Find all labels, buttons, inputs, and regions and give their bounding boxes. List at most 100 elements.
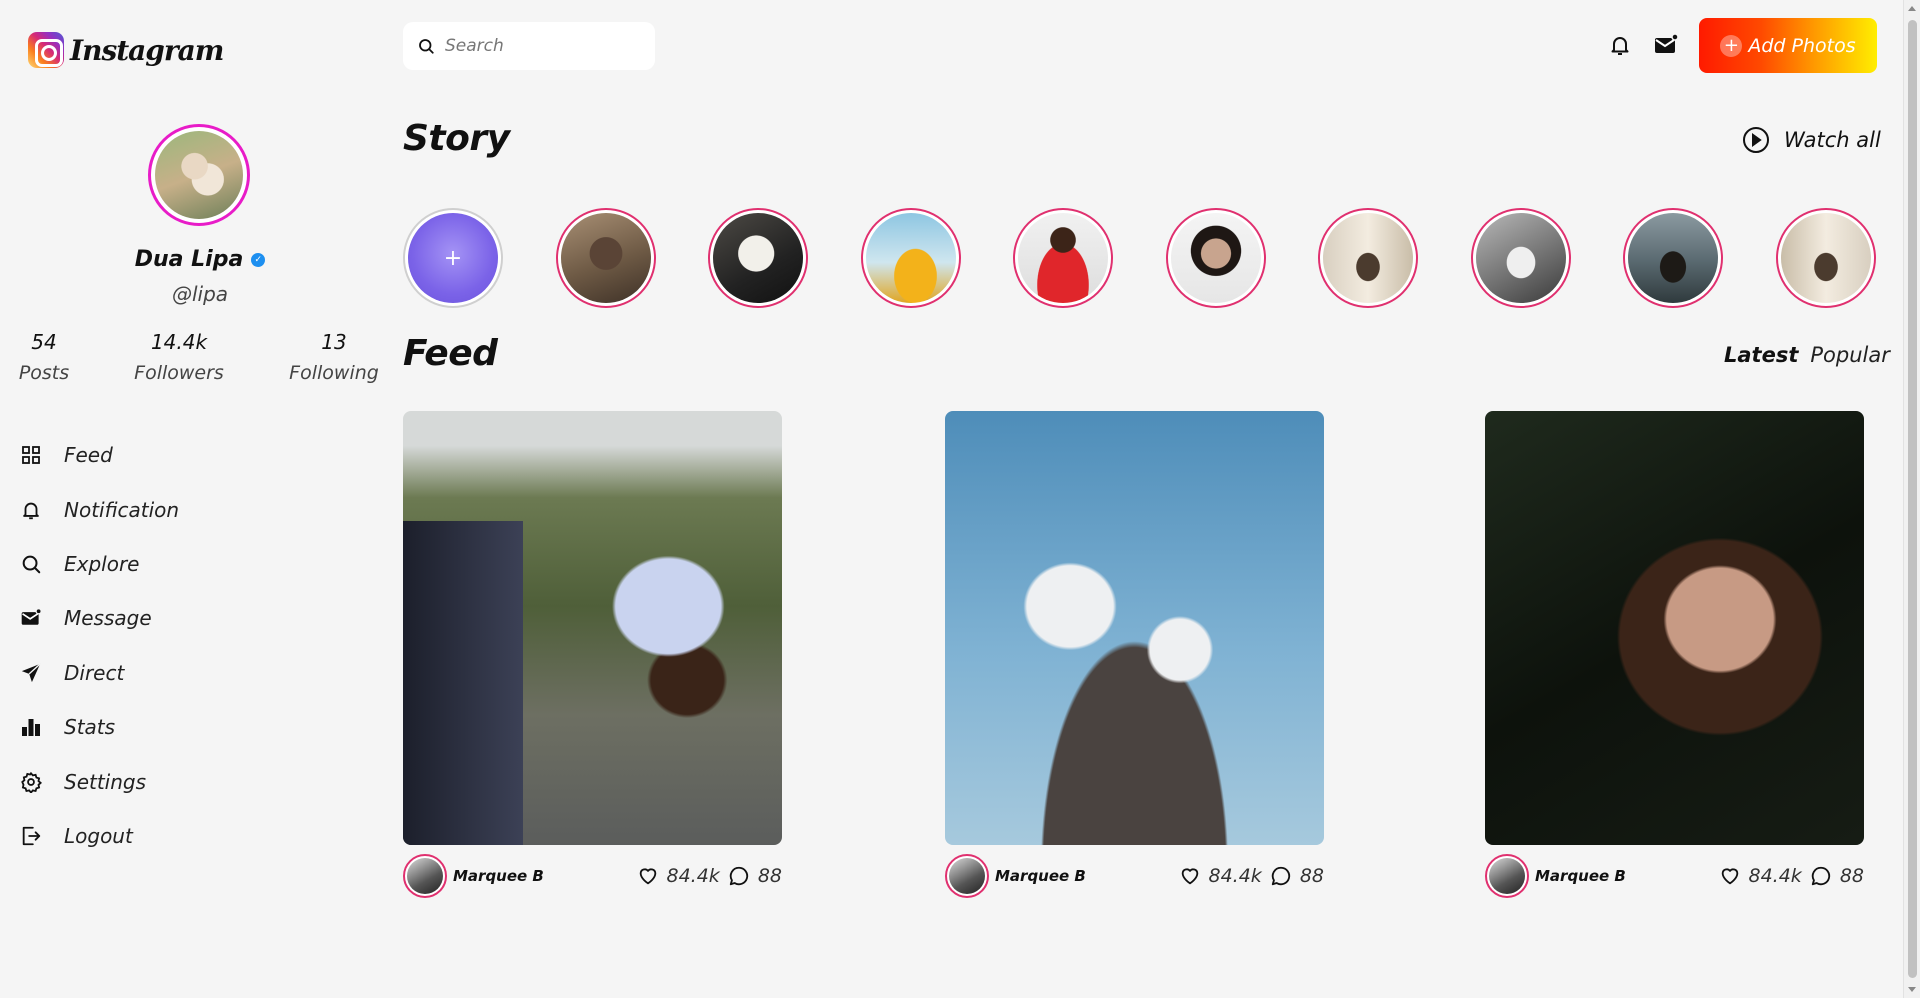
plus-circle-icon: + xyxy=(1720,34,1743,57)
heart-icon[interactable] xyxy=(1179,865,1201,887)
post-image[interactable] xyxy=(945,411,1324,845)
nav-item-logout[interactable]: Logout xyxy=(20,809,179,863)
nav-label: Notification xyxy=(64,497,180,522)
post-user-avatar[interactable] xyxy=(1485,854,1529,898)
logout-icon xyxy=(20,825,42,847)
profile-avatar[interactable] xyxy=(148,124,250,226)
stat-posts[interactable]: 54 Posts xyxy=(12,330,76,384)
post-image[interactable] xyxy=(1485,411,1864,845)
search-box[interactable] xyxy=(403,22,655,70)
mail-icon xyxy=(1655,33,1679,53)
scroll-up-arrow-icon[interactable] xyxy=(1908,6,1916,11)
watch-all-label: Watch all xyxy=(1784,128,1881,152)
nav-label: Direct xyxy=(64,660,125,685)
nav-item-feed[interactable]: Feed xyxy=(20,428,179,482)
nav-item-message[interactable]: Message xyxy=(20,591,179,645)
heart-icon[interactable] xyxy=(637,865,659,887)
bell-icon xyxy=(20,499,42,521)
post-comments: 88 xyxy=(1299,865,1324,887)
post-image[interactable] xyxy=(403,411,782,845)
add-photos-button[interactable]: + Add Photos xyxy=(1699,18,1877,73)
nav-item-settings[interactable]: Settings xyxy=(20,754,179,808)
comment-icon[interactable] xyxy=(1270,865,1292,887)
plus-icon: + xyxy=(408,213,498,303)
profile-name: Dua Lipa xyxy=(134,247,244,272)
search-icon xyxy=(20,553,42,575)
post-comments: 88 xyxy=(1839,865,1864,887)
story-item[interactable] xyxy=(555,208,656,308)
story-item[interactable] xyxy=(1775,208,1876,308)
bar-chart-icon xyxy=(20,716,42,738)
story-item[interactable] xyxy=(1470,208,1571,308)
grid-icon xyxy=(20,444,42,466)
stat-following[interactable]: 13 Following xyxy=(284,330,384,384)
scroll-down-arrow-icon[interactable] xyxy=(1908,987,1916,992)
play-circle-icon xyxy=(1743,127,1769,153)
nav-label: Logout xyxy=(64,823,133,848)
logo-text: Instagram xyxy=(70,33,224,67)
nav-label: Stats xyxy=(64,715,116,740)
tab-latest[interactable]: Latest xyxy=(1724,343,1798,367)
messages-button[interactable] xyxy=(1651,30,1681,60)
story-item[interactable] xyxy=(1318,208,1418,308)
post-likes: 84.4k xyxy=(1208,865,1262,887)
post-meta: Marquee B 84.4k 88 xyxy=(403,853,782,899)
story-list: + xyxy=(403,208,1876,308)
notification-bell-button[interactable] xyxy=(1605,30,1635,60)
nav-item-direct[interactable]: Direct xyxy=(20,646,179,700)
send-icon xyxy=(20,662,42,684)
stat-followers-value: 14.4k xyxy=(150,330,208,354)
nav-item-stats[interactable]: Stats xyxy=(20,700,179,754)
story-item[interactable] xyxy=(1165,208,1266,308)
stat-posts-label: Posts xyxy=(18,362,70,384)
add-story-button[interactable]: + xyxy=(403,208,503,308)
stat-following-label: Following xyxy=(289,362,379,384)
bell-icon xyxy=(1611,37,1629,55)
nav-item-explore[interactable]: Explore xyxy=(20,537,179,591)
feed-post: Marquee B 84.4k 88 xyxy=(1485,411,1864,899)
post-actions: 84.4k 88 xyxy=(1719,865,1864,887)
stat-posts-value: 54 xyxy=(31,330,57,354)
stat-followers-label: Followers xyxy=(134,362,224,384)
feed-post: Marquee B 84.4k 88 xyxy=(945,411,1324,899)
post-actions: 84.4k 88 xyxy=(1179,865,1324,887)
page-scrollbar[interactable] xyxy=(1903,0,1920,998)
feed-heading: Feed xyxy=(403,333,498,374)
feed-post: Marquee B 84.4k 88 xyxy=(403,411,782,899)
gear-icon xyxy=(20,771,42,793)
mail-icon xyxy=(20,607,42,629)
story-item[interactable] xyxy=(860,208,961,308)
tab-popular[interactable]: Popular xyxy=(1810,343,1890,367)
nav-label: Explore xyxy=(64,551,140,576)
post-comments: 88 xyxy=(757,865,782,887)
story-heading: Story xyxy=(403,118,510,159)
comment-icon[interactable] xyxy=(728,865,750,887)
post-meta: Marquee B 84.4k 88 xyxy=(1485,853,1864,899)
nav-label: Settings xyxy=(64,769,147,794)
post-user-avatar[interactable] xyxy=(945,854,989,898)
heart-icon[interactable] xyxy=(1719,865,1741,887)
story-item[interactable] xyxy=(1623,208,1723,308)
nav-item-notification[interactable]: Notification xyxy=(20,482,179,536)
post-likes: 84.4k xyxy=(666,865,720,887)
story-item[interactable] xyxy=(1013,208,1113,308)
post-username[interactable]: Marquee B xyxy=(995,867,1179,885)
stat-following-value: 13 xyxy=(321,330,347,354)
stat-followers[interactable]: 14.4k Followers xyxy=(128,330,230,384)
add-photos-label: Add Photos xyxy=(1748,34,1856,57)
post-actions: 84.4k 88 xyxy=(637,865,782,887)
instagram-logo-icon xyxy=(28,32,64,68)
search-input[interactable] xyxy=(445,36,635,56)
nav-label: Feed xyxy=(64,443,113,468)
post-user-avatar[interactable] xyxy=(403,854,447,898)
watch-all-button[interactable]: Watch all xyxy=(1742,126,1881,154)
post-username[interactable]: Marquee B xyxy=(1535,867,1719,885)
sidebar-nav: Feed Notification Explore Message Direct… xyxy=(20,428,179,863)
comment-icon[interactable] xyxy=(1810,865,1832,887)
instagram-logo[interactable]: Instagram xyxy=(28,32,224,68)
feed-tabs: Latest Popular xyxy=(1724,343,1890,367)
post-username[interactable]: Marquee B xyxy=(453,867,637,885)
post-likes: 84.4k xyxy=(1748,865,1802,887)
scrollbar-thumb[interactable] xyxy=(1908,20,1917,978)
story-item[interactable] xyxy=(708,208,808,308)
